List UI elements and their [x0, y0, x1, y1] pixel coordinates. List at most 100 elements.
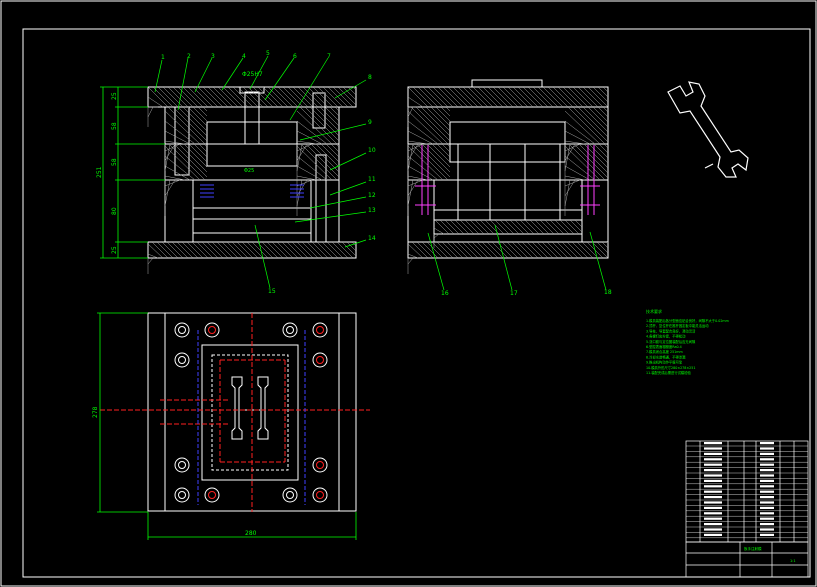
- plan-hole: [282, 322, 298, 338]
- balloon-1: 1: [161, 54, 165, 61]
- dim-25-bottom: 25: [111, 246, 118, 254]
- plan-hole-inner: [178, 491, 186, 499]
- table-cell: [704, 523, 722, 526]
- table-cell: [704, 452, 722, 455]
- plan-hole: [174, 352, 190, 368]
- dim-top-callout: Φ25H7: [242, 71, 263, 78]
- notes-line: 8.冷却水道畅通，不得渗漏: [646, 354, 686, 359]
- notes-line: 6.型腔表面粗糙度Ra0.4: [646, 344, 682, 349]
- table-cell: [760, 447, 774, 450]
- table-cell: [704, 463, 722, 466]
- balloon-13: 13: [368, 207, 376, 214]
- title-block-scale: 1:1: [790, 559, 796, 563]
- notes-line: 1.模具装配后各分型面应贴合良好，间隙不大于0.02mm: [646, 318, 729, 323]
- table-cell: [704, 517, 722, 520]
- table-cell: [760, 523, 774, 526]
- plan-hole-inner: [316, 356, 324, 364]
- plan-hole: [174, 322, 190, 338]
- dim-80: 80: [111, 207, 118, 215]
- balloon-5: 5: [266, 50, 270, 57]
- table-cell: [760, 528, 774, 531]
- balloon-4: 4: [242, 53, 246, 60]
- table-cell: [760, 496, 774, 499]
- plan-hole-inner: [316, 491, 324, 499]
- plan-hole-inner: [286, 491, 294, 499]
- table-cell: [760, 485, 774, 488]
- notes-title: 技术要求: [646, 308, 662, 314]
- plan-hole-inner: [208, 491, 216, 499]
- table-cell: [704, 458, 722, 461]
- balloon-15: 15: [268, 288, 276, 295]
- dim-58-a: 58: [111, 122, 118, 130]
- dim-25-top: 25: [111, 92, 118, 100]
- table-cell: [704, 442, 722, 445]
- balloon-12: 12: [368, 192, 376, 199]
- plan-hole-inner: [286, 326, 294, 334]
- notes-line: 9.推出机构动作平稳可靠: [646, 360, 683, 365]
- plan-hole-inner: [208, 326, 216, 334]
- parts-list-rows: [686, 442, 808, 538]
- balloon-7: 7: [327, 53, 331, 60]
- table-cell: [760, 490, 774, 493]
- plan-view-dimension-text: 278 280: [92, 406, 257, 537]
- table-cell: [704, 447, 722, 450]
- dim-plan-height: 278: [92, 406, 99, 418]
- dim-plan-width: 280: [245, 530, 257, 537]
- table-cell: [760, 469, 774, 472]
- technical-notes: 技术要求 1.模具装配后各分型面应贴合良好，间隙不大于0.02mm2.顶杆、复位…: [646, 308, 729, 375]
- table-cell: [704, 496, 722, 499]
- table-cell: [760, 533, 774, 536]
- table-cell: [704, 501, 722, 504]
- plan-view-cavities: [231, 376, 269, 440]
- table-cell: [760, 501, 774, 504]
- table-cell: [704, 506, 722, 509]
- notes-lines: 1.模具装配后各分型面应贴合良好，间隙不大于0.02mm2.顶杆、复位杆在推杆固…: [646, 318, 729, 375]
- plan-hole-inner: [178, 356, 186, 364]
- plan-hole: [282, 487, 298, 503]
- plan-hole-inner: [316, 326, 324, 334]
- table-cell: [704, 479, 722, 482]
- balloon-2: 2: [187, 53, 191, 60]
- table-cell: [760, 463, 774, 466]
- plan-view-dimensions: [97, 312, 357, 540]
- table-cell: [704, 533, 722, 536]
- front-view-springs: [200, 184, 304, 198]
- notes-line: 7.模具闭合高度 251mm: [646, 349, 683, 354]
- table-cell: [760, 506, 774, 509]
- table-cell: [760, 479, 774, 482]
- plan-hole-inner: [178, 461, 186, 469]
- table-cell: [704, 474, 722, 477]
- balloon-17: 17: [510, 290, 518, 297]
- plan-hole: [312, 457, 328, 473]
- title-block-drawing-name: 扳手注射模: [744, 546, 762, 551]
- dim-58-b: 58: [111, 158, 118, 166]
- plan-hole: [204, 322, 220, 338]
- plan-hole-inner: [178, 326, 186, 334]
- balloon-3: 3: [211, 53, 215, 60]
- notes-line: 3.导柱、导套配合良好，滑动灵活: [646, 328, 696, 333]
- table-cell: [760, 442, 774, 445]
- balloon-16: 16: [441, 290, 449, 297]
- plan-hole: [312, 322, 328, 338]
- front-view-dimensions: [100, 86, 165, 259]
- balloon-leaders: [154, 55, 607, 291]
- table-cell: [760, 458, 774, 461]
- balloon-11: 11: [368, 176, 376, 183]
- table-cell: [704, 485, 722, 488]
- table-cell: [760, 517, 774, 520]
- plan-hole: [204, 487, 220, 503]
- table-cell: [704, 512, 722, 515]
- title-block-text: 扳手注射模 1:1: [744, 546, 796, 563]
- balloon-14: 14: [368, 235, 376, 242]
- cad-drawing-canvas: 25 58 58 80 25 251 Φ25H7 Φ25 1 2 3 4 5 6 78910…: [0, 0, 817, 587]
- notes-line: 5.浇口套与定位圈装配后应无间隙: [646, 339, 696, 344]
- balloon-9: 9: [368, 119, 372, 126]
- balloon-10: 10: [368, 147, 376, 154]
- table-cell: [760, 512, 774, 515]
- plan-hole: [312, 352, 328, 368]
- dim-overall-height: 251: [96, 166, 103, 178]
- plan-hole: [312, 487, 328, 503]
- plan-hole-inner: [316, 461, 324, 469]
- table-cell: [704, 469, 722, 472]
- table-cell: [704, 528, 722, 531]
